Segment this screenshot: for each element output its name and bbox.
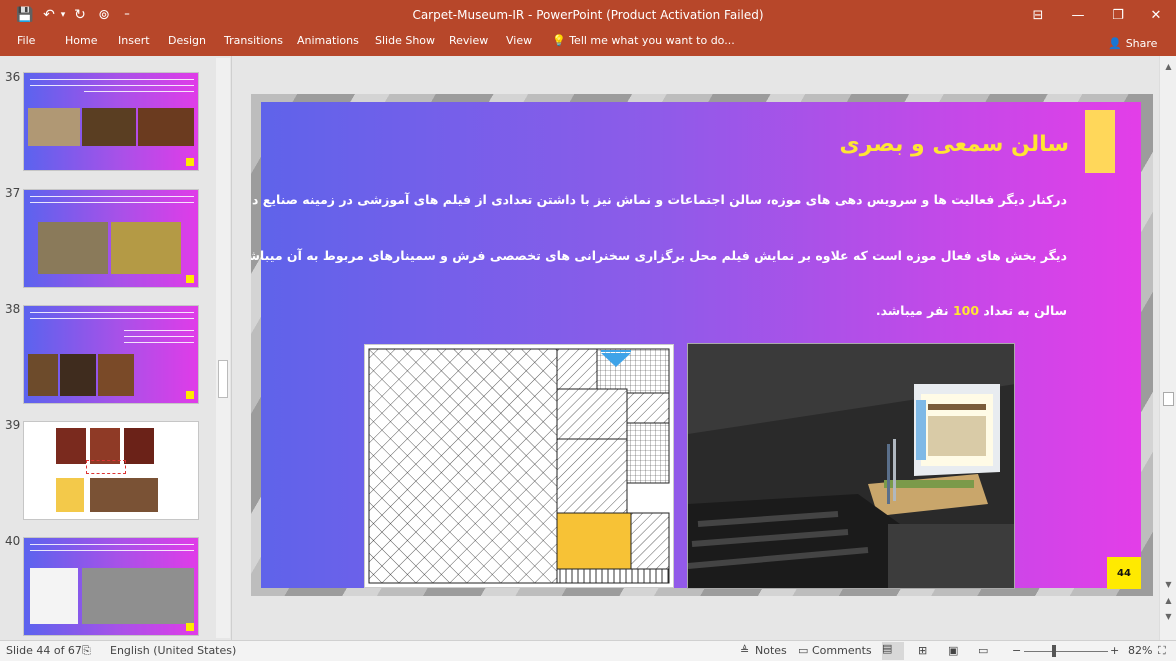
comments-icon[interactable]: ▭: [798, 644, 808, 657]
zoom-slider-handle[interactable]: [1052, 645, 1056, 657]
scroll-up-icon[interactable]: ▲: [1160, 58, 1176, 74]
thumbnail-number: 39: [5, 418, 21, 432]
slide-thumbnails-pane: 36 37 38 39 40: [0, 56, 232, 640]
person-icon: 👤: [1108, 36, 1122, 50]
tab-insert[interactable]: Insert: [118, 34, 150, 52]
title-accent-bar: [1085, 110, 1115, 173]
tell-me-text: Tell me what you want to do...: [569, 34, 735, 47]
normal-view-icon[interactable]: ▤: [882, 642, 904, 660]
scroll-down-icon[interactable]: ▼: [1160, 576, 1176, 592]
slide-page-number: 44: [1107, 557, 1141, 589]
slide-show-icon[interactable]: ▭: [978, 644, 988, 657]
minimize-icon[interactable]: —: [1058, 0, 1098, 30]
close-icon[interactable]: ✕: [1136, 0, 1176, 30]
auditorium-photo[interactable]: [687, 343, 1015, 589]
slide-sorter-icon[interactable]: ⊞: [918, 644, 927, 657]
slide-thumbnail-36[interactable]: [23, 72, 199, 171]
tell-me-search[interactable]: 💡 Tell me what you want to do...: [552, 34, 735, 47]
share-button[interactable]: 👤 Share: [1108, 33, 1157, 53]
next-slide-icon[interactable]: ▼: [1160, 608, 1176, 624]
thumbnail-number: 38: [5, 302, 21, 316]
ribbon-display-options-icon[interactable]: ⊟: [1018, 0, 1058, 30]
fit-to-window-icon[interactable]: ⛶: [1158, 644, 1166, 658]
scrollbar-thumb[interactable]: [1163, 392, 1174, 406]
tab-design[interactable]: Design: [168, 34, 206, 52]
lightbulb-icon: 💡: [552, 34, 566, 47]
window-title: Carpet-Museum-IR - PowerPoint (Product A…: [412, 8, 764, 22]
slide-counter: Slide 44 of 67: [6, 644, 82, 657]
zoom-level[interactable]: 82%: [1128, 644, 1152, 657]
comments-button[interactable]: Comments: [812, 644, 872, 657]
tab-file[interactable]: File: [17, 34, 35, 52]
slide-thumbnail-38[interactable]: [23, 305, 199, 404]
zoom-out-icon[interactable]: −: [1012, 644, 1021, 657]
spell-check-icon[interactable]: ⎘: [82, 644, 91, 658]
editor-vertical-scrollbar[interactable]: ▲ ▼ ▲ ▼: [1159, 56, 1176, 640]
status-bar: Slide 44 of 67 ⎘ English (United States)…: [0, 640, 1176, 661]
thumbnails-scrollbar[interactable]: [216, 58, 230, 638]
zoom-in-icon[interactable]: +: [1110, 644, 1119, 657]
thumbnail-number: 36: [5, 70, 21, 84]
tab-review[interactable]: Review: [449, 34, 488, 52]
slide-thumbnail-39[interactable]: [23, 421, 199, 520]
body-text-line[interactable]: درکنار دیگر فعالیت ها و سرویس دهی های مو…: [251, 192, 1067, 207]
zoom-slider[interactable]: [1024, 651, 1108, 652]
capacity-number: 100: [952, 303, 980, 318]
tab-transitions[interactable]: Transitions: [224, 34, 283, 52]
tab-home[interactable]: Home: [65, 34, 97, 52]
share-label: Share: [1125, 36, 1158, 50]
tab-animations[interactable]: Animations: [297, 34, 359, 52]
body-text-line[interactable]: سالن به تعداد 100 نفر میباشد.: [876, 303, 1067, 318]
slide-thumbnail-37[interactable]: [23, 189, 199, 288]
thumbnail-number: 40: [5, 534, 21, 548]
tab-slide-show[interactable]: Slide Show: [375, 34, 435, 52]
thumbnails-scrollbar-thumb[interactable]: [218, 360, 228, 398]
notes-icon[interactable]: ≜: [740, 644, 749, 657]
slide-title[interactable]: سالن سمعی و بصری: [840, 132, 1069, 157]
slide-content-panel: سالن سمعی و بصری درکنار دیگر فعالیت ها و…: [251, 102, 1141, 589]
thumbnail-number: 37: [5, 186, 21, 200]
body-text-segment: نفر میباشد.: [875, 303, 953, 318]
restore-icon[interactable]: ❐: [1098, 0, 1138, 30]
language-indicator[interactable]: English (United States): [110, 644, 236, 657]
previous-slide-icon[interactable]: ▲: [1160, 592, 1176, 608]
reading-view-icon[interactable]: ▣: [948, 644, 958, 657]
tab-view[interactable]: View: [506, 34, 532, 52]
current-slide[interactable]: سالن سمعی و بصری درکنار دیگر فعالیت ها و…: [251, 94, 1153, 596]
title-bar: 💾 ↶ ▾ ↻ ⊚ ⁼ Carpet-Museum-IR - PowerPoin…: [0, 0, 1176, 30]
notes-button[interactable]: Notes: [755, 644, 787, 657]
slide-thumbnail-40[interactable]: [23, 537, 199, 636]
body-text-line[interactable]: دیگر بخش های فعال موزه است که علاوه بر ن…: [251, 248, 1067, 263]
ribbon-tabs: File Home Insert Design Transitions Anim…: [0, 30, 1176, 56]
body-text-segment: سالن به تعداد: [979, 303, 1067, 318]
floor-plan-image[interactable]: [364, 344, 674, 588]
